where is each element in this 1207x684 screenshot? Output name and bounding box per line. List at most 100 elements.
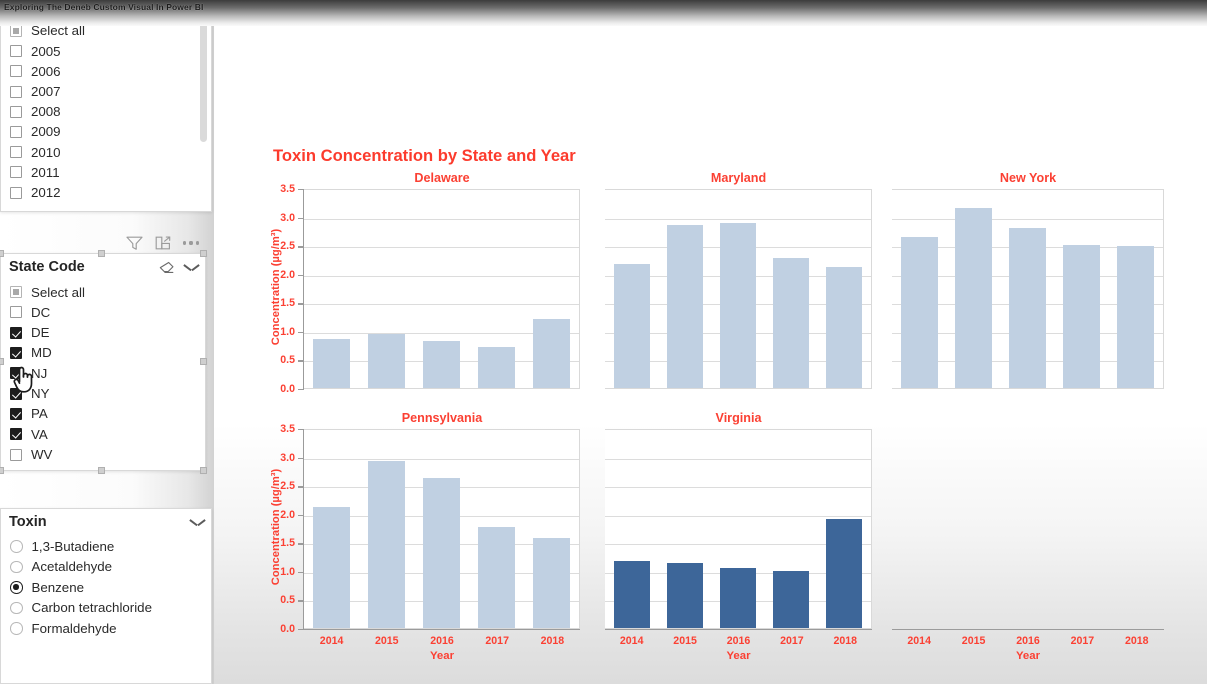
slicer-year-checkbox[interactable] [10,146,22,159]
slicer-toxin-item-benzene[interactable]: Benzene [1,577,211,598]
chevron-down-icon[interactable] [184,263,199,272]
slicer-state-item-dc[interactable]: DC [1,302,205,322]
slicer-toxin-item-label: 1,3-Butadiene [31,538,115,554]
bar-2016[interactable] [422,478,461,628]
slicer-toxin-radio[interactable] [10,622,23,635]
slicer-state-item-ny[interactable]: NY [1,383,205,403]
slicer-year-item-2005[interactable]: 2005 [1,41,211,61]
slicer-toxin-radio[interactable] [10,601,23,614]
slicer-state-code[interactable]: State Code Select all DC DE MD NJ NY PA VA WV [0,253,206,471]
deneb-visual-canvas[interactable]: Toxin Concentration by State and Year De… [214,0,1207,684]
slicer-year-checkbox[interactable] [10,166,22,179]
selection-handle-tl[interactable] [0,250,4,257]
slicer-state-checkbox[interactable] [10,367,22,380]
slicer-state-checkbox[interactable] [10,306,22,319]
slicer-state-checkbox[interactable] [10,326,22,339]
slicer-state-item-nj[interactable]: NJ [1,363,205,383]
bar-2017[interactable] [477,527,516,628]
slicer-year-scrollbar-thumb[interactable] [200,20,207,142]
slicer-toxin-item-acetaldehyde[interactable]: Acetaldehyde [1,557,211,578]
slicer-year-checkbox[interactable] [10,25,22,38]
slicer-year-checkbox[interactable] [10,85,22,98]
filter-icon[interactable] [126,236,143,251]
selection-handle-ml[interactable] [0,358,4,365]
slicer-year-checkbox[interactable] [10,65,22,78]
bar-2017[interactable] [1063,244,1101,388]
bar-2014[interactable] [312,339,351,388]
bar-2014[interactable] [613,264,650,388]
slicer-year-checkbox[interactable] [10,105,22,118]
bar-2016[interactable] [719,222,757,388]
bar-2018[interactable] [826,519,863,628]
slicer-state-item-select-all[interactable]: Select all [1,282,205,302]
slicer-state-item-md[interactable]: MD [1,343,205,363]
slicer-state-item-wv[interactable]: WV [1,444,205,464]
slicer-toxin[interactable]: Toxin 1,3-Butadiene Acetaldehyde Benzene Ca… [0,508,212,684]
bar-2014[interactable] [900,236,938,388]
slicer-state-item-de[interactable]: DE [1,323,205,343]
bar-2017[interactable] [477,347,516,388]
slicer-state-checkbox[interactable] [10,448,22,461]
slicer-toxin-item-1-3-butadiene[interactable]: 1,3-Butadiene [1,536,211,557]
bar-2018[interactable] [532,318,571,388]
bar-2015[interactable] [367,333,406,388]
slicer-state-checkbox[interactable] [10,387,22,400]
slicer-year-checkbox[interactable] [10,186,22,199]
slicer-toxin-radio[interactable] [10,560,23,573]
slicer-year-item-2012[interactable]: 2012 [1,183,211,203]
slicer-state-item-pa[interactable]: PA [1,404,205,424]
slicer-year-item-label: 2008 [31,104,61,120]
slicer-state-item-va[interactable]: VA [1,424,205,444]
y-tick-label: 0.0 [280,623,295,635]
slicer-year-item-2007[interactable]: 2007 [1,82,211,102]
slicer-state-checkbox[interactable] [10,428,22,441]
slicer-year[interactable]: Year Select all 2005 2006 2007 2008 2009 2010 2… [0,0,212,212]
slicer-toxin-list[interactable]: 1,3-Butadiene Acetaldehyde Benzene Carbon t… [1,535,211,639]
slicer-state-code-list[interactable]: Select all DC DE MD NJ NY PA VA WV [1,280,205,465]
bar-2018[interactable] [826,267,863,388]
slicer-toxin-item-formaldehyde[interactable]: Formaldehyde [1,618,211,639]
plot-area [304,429,580,629]
bar-2017[interactable] [773,257,810,388]
slicer-year-item-2009[interactable]: 2009 [1,122,211,142]
slicer-state-checkbox[interactable] [10,347,22,360]
slicer-toxin-item-label: Acetaldehyde [31,559,113,575]
bar-2014[interactable] [312,506,351,628]
bar-2014[interactable] [613,561,650,628]
bar-2015[interactable] [666,225,703,388]
bar-2015[interactable] [367,460,406,628]
selection-handle-bl[interactable] [0,467,4,474]
bar-2016[interactable] [719,568,757,628]
slicer-year-item-2006[interactable]: 2006 [1,61,211,81]
bar-2018[interactable] [1117,245,1155,388]
selection-handle-tr[interactable] [200,250,207,257]
slicer-toxin-radio[interactable] [10,581,23,594]
slicer-year-item-2010[interactable]: 2010 [1,142,211,162]
bar-2016[interactable] [422,340,461,388]
selection-handle-tc[interactable] [98,250,105,257]
slicer-year-item-2008[interactable]: 2008 [1,102,211,122]
slicer-state-checkbox[interactable] [10,407,22,420]
more-options-icon[interactable] [183,241,199,245]
bar-2016[interactable] [1009,228,1046,388]
selection-handle-br[interactable] [200,467,207,474]
slicer-year-item-select-all[interactable]: Select all [1,21,211,41]
selection-handle-mr[interactable] [200,358,207,365]
bar-2015[interactable] [666,563,703,628]
bar-2015[interactable] [954,208,992,388]
slicer-year-list[interactable]: Select all 2005 2006 2007 2008 2009 2010 2011 20… [1,20,211,203]
slicer-state-checkbox[interactable] [10,286,22,299]
plot-area [892,189,1164,389]
slicer-year-checkbox[interactable] [10,45,22,58]
chevron-down-icon[interactable] [190,518,205,527]
slicer-toxin-item-carbon-tetrachloride[interactable]: Carbon tetrachloride [1,598,211,619]
focus-mode-icon[interactable] [155,236,171,251]
selection-handle-bc[interactable] [98,467,105,474]
bar-2018[interactable] [532,538,571,628]
slicer-year-checkbox[interactable] [10,126,22,139]
slicer-toxin-radio[interactable] [10,540,23,553]
bar-2017[interactable] [773,570,810,628]
slicer-year-item-2011[interactable]: 2011 [1,162,211,182]
clear-selections-eraser-icon[interactable] [159,261,175,274]
visual-header-toolbar[interactable] [126,233,210,253]
